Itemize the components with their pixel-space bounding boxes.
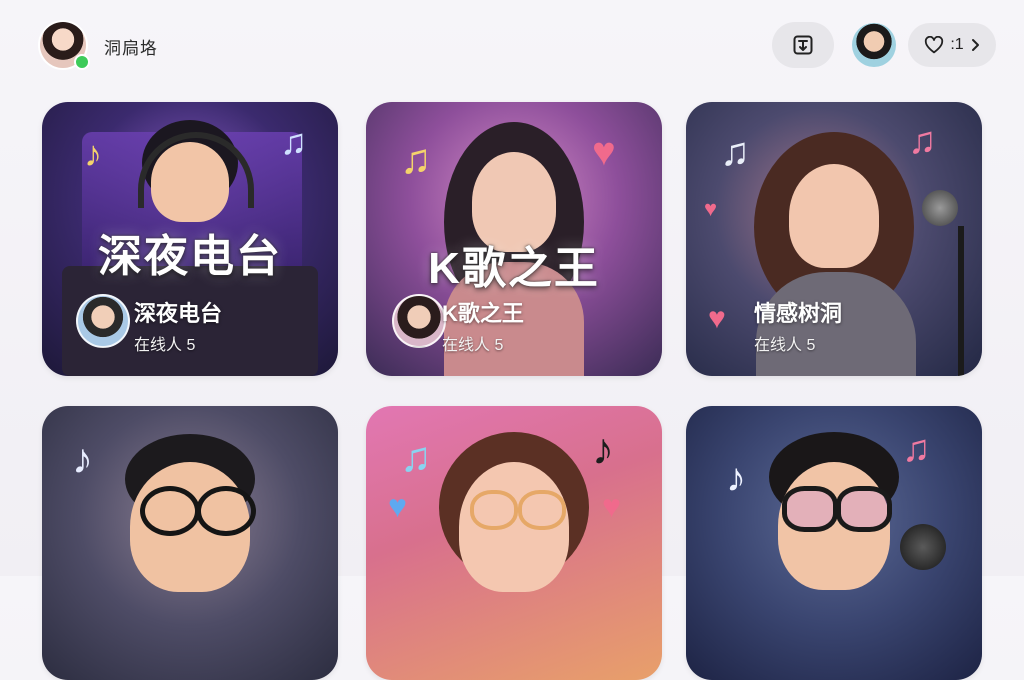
room-card-4[interactable]: ♪ (42, 406, 338, 680)
music-note-icon: ♫ (400, 135, 432, 182)
mic-stand (958, 226, 964, 376)
room-cover-title: K歌之王 (428, 244, 600, 293)
heart-icon: ♥ (592, 130, 616, 174)
like-counter-button[interactable]: :1 (908, 23, 996, 67)
share-box-icon (793, 35, 813, 55)
room-card-3[interactable]: ♫ ♫ ♥ ♥ 情感树洞 在线人 5 (686, 102, 982, 376)
music-note-icon: ♪ (592, 425, 614, 474)
online-status-dot (74, 54, 90, 70)
heart-icon: ♥ (602, 488, 621, 524)
host-avatar[interactable] (852, 23, 896, 67)
music-note-icon: ♫ (280, 121, 307, 162)
music-note-icon: ♫ (908, 120, 937, 162)
music-note-icon: ♫ (400, 433, 432, 480)
heart-icon: ♥ (708, 302, 726, 335)
room-host-avatar (76, 294, 130, 348)
room-cover-title: 深夜电台 (98, 232, 282, 281)
room-card-1[interactable]: ♪ ♫ 深夜电台 深夜电台 在线人 5 (42, 102, 338, 376)
room-online-count: 在线人 5 (442, 337, 504, 354)
music-note-icon: ♪ (726, 456, 746, 500)
room-online-count: 在线人 5 (754, 337, 816, 354)
heart-icon: ♥ (704, 196, 718, 221)
like-count: :1 (950, 36, 964, 53)
microphone-icon (922, 190, 958, 226)
glasses-icon (196, 486, 256, 536)
room-host-avatar (392, 294, 446, 348)
music-note-icon: ♫ (720, 130, 750, 174)
glasses-icon (140, 486, 200, 536)
room-online-count: 在线人 5 (134, 337, 196, 354)
glasses-icon (836, 486, 892, 532)
music-note-icon: ♪ (84, 133, 102, 174)
room-card-2[interactable]: ♫ ♥ K歌之王 K歌之王 在线人 5 (366, 102, 662, 376)
microphone-icon (900, 524, 946, 570)
chevron-right-icon (971, 39, 979, 51)
top-bar: 洞扃垎 :1 (0, 0, 1024, 92)
music-note-icon: ♪ (72, 435, 93, 482)
glasses-icon (518, 490, 566, 530)
heart-icon: ♥ (388, 488, 407, 524)
share-button[interactable] (772, 22, 834, 68)
room-name: K歌之王 (442, 301, 524, 326)
room-name: 深夜电台 (134, 301, 223, 326)
heart-outline-icon (925, 36, 944, 54)
music-note-icon: ♫ (902, 428, 931, 470)
room-name: 情感树洞 (754, 301, 843, 326)
username: 洞扃垎 (104, 39, 158, 58)
host-face (789, 164, 879, 268)
room-card-6[interactable]: ♪ ♫ (686, 406, 982, 680)
room-card-5[interactable]: ♫ ♪ ♥ ♥ (366, 406, 662, 680)
glasses-icon (470, 490, 518, 530)
glasses-icon (782, 486, 838, 532)
